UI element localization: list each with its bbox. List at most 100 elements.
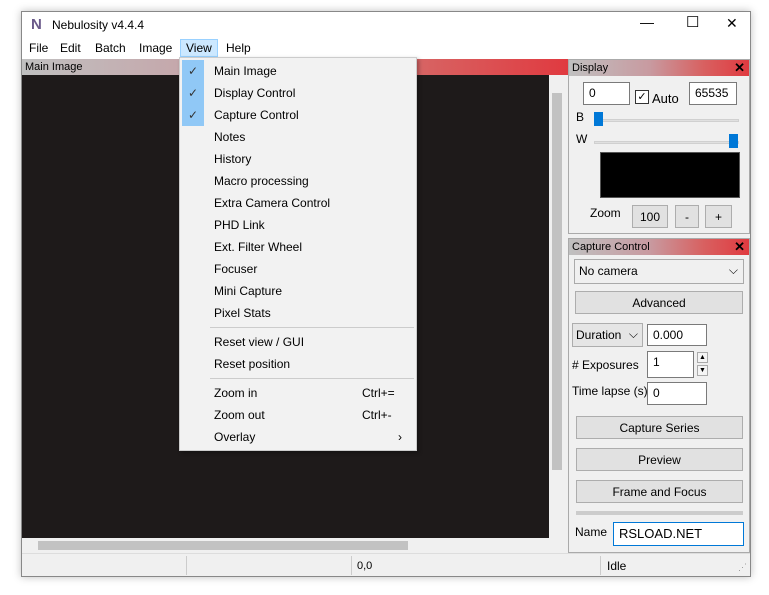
menu-item-reset-position[interactable]: Reset position (180, 353, 416, 375)
check-icon: ✓ (182, 104, 204, 126)
menu-item-label: Extra Camera Control (214, 196, 331, 210)
menu-item-extra-camera[interactable]: Extra Camera Control (180, 192, 416, 214)
black-slider[interactable] (594, 119, 739, 122)
zoom-out-button[interactable]: - (675, 205, 699, 228)
menu-item-display-control[interactable]: ✓ Display Control (180, 82, 416, 104)
menu-help[interactable]: Help (221, 40, 256, 56)
menu-item-mini-capture[interactable]: Mini Capture (180, 280, 416, 302)
menu-item-label: Mini Capture (214, 284, 283, 298)
duration-mode-value: Duration (576, 328, 622, 342)
zoom-value-button[interactable]: 100 (632, 205, 668, 228)
duration-input[interactable]: 0.000 (647, 324, 707, 346)
menu-item-notes[interactable]: Notes (180, 126, 416, 148)
status-divider (600, 556, 601, 575)
vertical-scrollbar[interactable] (549, 75, 566, 538)
advanced-button[interactable]: Advanced (575, 291, 743, 314)
menu-separator (210, 378, 414, 379)
name-input[interactable]: RSLOAD.NET (613, 522, 744, 546)
menu-item-label: Reset view / GUI (214, 335, 305, 349)
white-slider[interactable] (594, 141, 739, 144)
menu-item-zoom-out[interactable]: Zoom out Ctrl+- (180, 404, 416, 426)
menu-item-pixel-stats[interactable]: Pixel Stats (180, 302, 416, 324)
progress-bar (576, 511, 743, 515)
menu-item-label: Pixel Stats (214, 306, 271, 320)
menu-item-shortcut: Ctrl+= (362, 386, 395, 400)
status-coords: 0,0 (357, 560, 373, 572)
menu-item-history[interactable]: History (180, 148, 416, 170)
exposures-up-icon[interactable]: ▲ (697, 352, 708, 363)
menu-item-shortcut: Ctrl+- (362, 408, 392, 422)
menu-file[interactable]: File (24, 40, 53, 56)
menu-item-label: Macro processing (214, 174, 309, 188)
check-icon: ✓ (182, 60, 204, 82)
status-bar: 0,0 Idle ⋰ (22, 553, 750, 576)
timelapse-input[interactable]: 0 (647, 382, 707, 405)
menu-item-label: Overlay (214, 430, 256, 444)
menu-item-capture-control[interactable]: ✓ Capture Control (180, 104, 416, 126)
menu-item-label: Notes (214, 130, 246, 144)
menu-item-label: Capture Control (214, 108, 299, 122)
display-title-text: Display (572, 62, 609, 74)
menu-item-label: Ext. Filter Wheel (214, 240, 303, 254)
preview-button[interactable]: Preview (576, 448, 743, 471)
minimize-button[interactable]: — (640, 14, 654, 30)
exposures-down-icon[interactable]: ▼ (697, 365, 708, 376)
menu-item-main-image[interactable]: ✓ Main Image (180, 60, 416, 82)
auto-checkbox[interactable]: ✓ (635, 90, 649, 104)
menu-item-label: History (214, 152, 252, 166)
menu-image[interactable]: Image (134, 40, 177, 56)
menu-item-reset-view[interactable]: Reset view / GUI (180, 331, 416, 353)
timelapse-label: Time lapse (s) (572, 384, 648, 398)
chevron-down-icon: ⌵ (628, 327, 638, 341)
menu-item-zoom-in[interactable]: Zoom in Ctrl+= (180, 382, 416, 404)
menu-item-label: Focuser (214, 262, 258, 276)
black-slider-thumb[interactable] (594, 112, 603, 126)
menu-view[interactable]: View (180, 39, 218, 57)
status-state: Idle (607, 559, 627, 573)
capture-title-text: Capture Control (572, 241, 650, 253)
menu-item-label: Reset position (214, 357, 291, 371)
menu-item-focuser[interactable]: Focuser (180, 258, 416, 280)
window-title: Nebulosity v4.4.4 (52, 18, 145, 32)
menu-edit[interactable]: Edit (55, 40, 86, 56)
menu-item-label: Main Image (214, 64, 277, 78)
vertical-scroll-thumb[interactable] (552, 93, 562, 470)
camera-select-value: No camera (579, 264, 638, 278)
status-divider (351, 556, 352, 575)
exposures-input[interactable]: 1 (647, 351, 694, 378)
frame-focus-button[interactable]: Frame and Focus (576, 480, 743, 503)
submenu-arrow-icon: › (398, 430, 402, 444)
check-icon: ✓ (182, 82, 204, 104)
zoom-in-button[interactable]: + (705, 205, 732, 228)
white-level-input[interactable]: 65535 (689, 82, 737, 105)
capture-close-icon[interactable]: ✕ (734, 239, 745, 255)
menu-separator (210, 327, 414, 328)
menu-bar: File Edit Batch Image View Help (22, 37, 750, 59)
menu-item-macro[interactable]: Macro processing (180, 170, 416, 192)
menu-item-phd-link[interactable]: PHD Link (180, 214, 416, 236)
horizontal-scroll-thumb[interactable] (38, 541, 408, 550)
capture-panel: Capture Control ✕ No camera ⌵ Advanced Dur… (568, 238, 750, 553)
menu-item-filter-wheel[interactable]: Ext. Filter Wheel (180, 236, 416, 258)
capture-title: Capture Control ✕ (569, 239, 749, 255)
zoom-label: Zoom (590, 206, 621, 220)
w-label: W (576, 132, 588, 146)
display-title: Display ✕ (569, 60, 749, 76)
display-close-icon[interactable]: ✕ (734, 60, 745, 76)
chevron-down-icon: ⌵ (728, 263, 738, 277)
view-menu: ✓ Main Image ✓ Display Control ✓ Capture Co… (179, 57, 417, 451)
app-logo-icon: N (31, 16, 42, 33)
resize-grip-icon[interactable]: ⋰ (738, 562, 747, 573)
status-divider (186, 556, 187, 575)
black-level-input[interactable]: 0 (583, 82, 630, 105)
camera-select[interactable]: No camera ⌵ (574, 259, 744, 284)
menu-batch[interactable]: Batch (90, 40, 131, 56)
capture-series-button[interactable]: Capture Series (576, 416, 743, 439)
white-slider-thumb[interactable] (729, 134, 738, 148)
horizontal-scrollbar[interactable] (22, 538, 549, 553)
maximize-button[interactable]: ☐ (686, 13, 699, 31)
menu-item-label: PHD Link (214, 218, 265, 232)
close-button[interactable]: ✕ (726, 15, 738, 32)
menu-item-overlay[interactable]: Overlay › (180, 426, 416, 448)
duration-select[interactable]: Duration ⌵ (572, 323, 643, 347)
